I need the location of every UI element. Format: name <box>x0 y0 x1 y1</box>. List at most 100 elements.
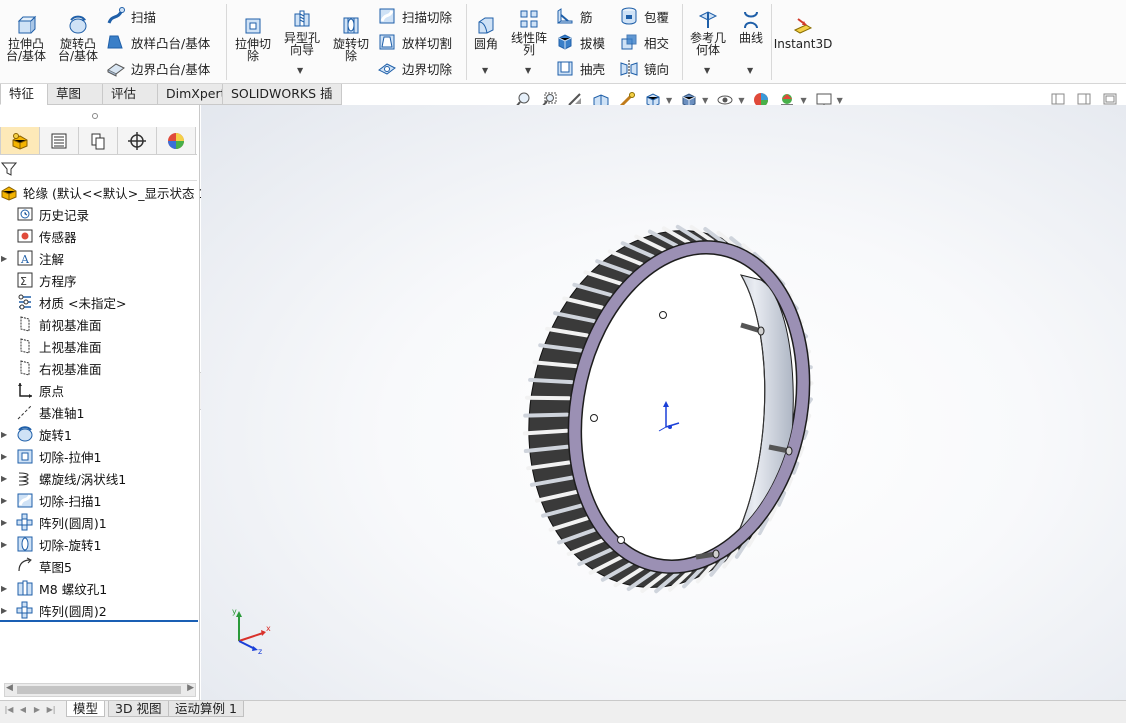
tree-item[interactable]: 传感器 <box>0 225 200 247</box>
extrude-boss-button[interactable]: 拉伸凸 台/基体 <box>3 14 49 62</box>
graphics-area[interactable]: y x z <box>201 105 1126 701</box>
tree-item[interactable]: 原点 <box>0 379 200 401</box>
tree-item[interactable]: 历史记录 <box>0 203 200 225</box>
tree-item[interactable]: 草图5 <box>0 555 200 577</box>
intersect-button[interactable]: 相交 <box>619 31 669 53</box>
expand-arrow-icon[interactable]: ▶ <box>1 584 7 593</box>
linear-pattern-button[interactable]: 线性阵 列 <box>507 8 551 56</box>
tab-solidworks-addins[interactable]: SOLIDWORKS 插件 <box>222 84 342 121</box>
reference-geometry-dropdown[interactable]: ▼ <box>704 66 710 75</box>
reference-geometry-button[interactable]: 参考几 何体 <box>686 8 730 56</box>
shell-button[interactable]: 抽壳 <box>555 57 605 79</box>
curves-dropdown[interactable]: ▼ <box>747 66 753 75</box>
tree-item[interactable]: 右视基准面 <box>0 357 200 379</box>
tree-item[interactable]: Σ 方程序 <box>0 269 200 291</box>
tree-item[interactable]: ▶ 切除-旋转1 <box>0 533 200 555</box>
expand-arrow-icon[interactable]: ▶ <box>1 254 7 263</box>
triad-y-label: y <box>232 607 237 616</box>
fillet-button[interactable]: 圆角 <box>470 14 502 50</box>
ribbon-separator <box>466 4 467 80</box>
swept-cut-button[interactable]: 扫描切除 <box>377 5 452 27</box>
tree-root-part[interactable]: 轮缘 (默认<<默认>_显示状态 1> <box>0 181 217 203</box>
wheel-rim-model[interactable] <box>497 205 840 614</box>
scroll-right-icon[interactable]: ▶ <box>187 683 194 693</box>
mirror-button[interactable]: 镜向 <box>619 57 669 79</box>
tree-item-label: 上视基准面 <box>39 339 102 355</box>
curves-button[interactable]: 曲线 <box>735 8 767 44</box>
tree-item[interactable]: ▶ M8 螺纹孔1 <box>0 577 200 599</box>
linear-pattern-dropdown[interactable]: ▼ <box>525 66 531 75</box>
filter-icon[interactable] <box>1 161 17 177</box>
tree-item[interactable]: 材质 <未指定> <box>0 291 200 313</box>
display-manager-tab[interactable] <box>156 127 196 155</box>
next-tab-icon[interactable]: ▶ <box>30 703 44 715</box>
rib-button[interactable]: 筋 <box>555 5 593 27</box>
tree-item[interactable]: ▶ 阵列(圆周)2 <box>0 599 200 621</box>
tab-model[interactable]: 模型 <box>66 701 106 717</box>
scroll-thumb[interactable] <box>17 686 181 694</box>
lofted-cut-button[interactable]: 放样切割 <box>377 31 452 53</box>
extrude-cut-button[interactable]: 拉伸切 除 <box>231 14 275 62</box>
property-manager-tab[interactable] <box>39 127 79 155</box>
tree-item[interactable]: ▶ A 注解 <box>0 247 200 269</box>
sweep-button[interactable]: 扫描 <box>106 5 156 27</box>
triad-z-label: z <box>258 647 262 655</box>
expand-arrow-icon[interactable]: ▶ <box>1 430 7 439</box>
apply-scene-dropdown[interactable]: ▼ <box>800 96 806 105</box>
tab-evaluate[interactable]: 评估 <box>102 84 158 105</box>
view-orientation-dropdown[interactable]: ▼ <box>666 96 672 105</box>
expand-arrow-icon[interactable]: ▶ <box>1 540 7 549</box>
dimxpert-manager-tab[interactable] <box>117 127 157 155</box>
tree-item[interactable]: ▶ 旋转1 <box>0 423 200 445</box>
hole-wizard-button[interactable]: 异型孔 向导 <box>279 8 325 56</box>
prev-tab-icon[interactable]: ◀ <box>16 703 30 715</box>
tree-item[interactable]: 前视基准面 <box>0 313 200 335</box>
configuration-manager-tab[interactable] <box>78 127 118 155</box>
expand-arrow-icon[interactable]: ▶ <box>1 496 7 505</box>
expand-arrow-icon[interactable]: ▶ <box>1 452 7 461</box>
tree-filter-row <box>0 157 197 181</box>
revolve-cut-button[interactable]: 旋转切 除 <box>329 14 373 62</box>
tab-scroll-arrows: |◀ ◀ ▶ ▶| <box>2 703 58 715</box>
wrap-button[interactable]: 包覆 <box>619 5 669 27</box>
hole-feature-icon <box>17 580 33 596</box>
hole-wizard-dropdown[interactable]: ▼ <box>297 66 303 75</box>
tab-3d-view[interactable]: 3D 视图 <box>108 701 169 717</box>
tab-sketch[interactable]: 草图 <box>47 84 103 105</box>
tree-item[interactable]: 基准轴1 <box>0 401 200 423</box>
draft-button[interactable]: 拔模 <box>555 31 605 53</box>
rollback-bar[interactable] <box>0 620 198 622</box>
hide-show-dropdown[interactable]: ▼ <box>738 96 744 105</box>
view-settings-dropdown[interactable]: ▼ <box>837 96 843 105</box>
display-style-dropdown[interactable]: ▼ <box>702 96 708 105</box>
panel-collapse-grip-icon[interactable] <box>91 112 99 120</box>
tree-item[interactable]: ▶ 阵列(圆周)1 <box>0 511 200 533</box>
boundary-cut-button[interactable]: 边界切除 <box>377 57 452 79</box>
boundary-boss-button[interactable]: 边界凸台/基体 <box>106 57 210 79</box>
tree-item[interactable]: ▶ 切除-扫描1 <box>0 489 200 511</box>
intersect-label: 相交 <box>644 35 670 51</box>
tab-motion-study[interactable]: 运动算例 1 <box>168 701 244 717</box>
feature-manager-tab[interactable] <box>0 127 40 155</box>
tree-item[interactable]: 上视基准面 <box>0 335 200 357</box>
tab-dimxpert[interactable]: DimXpert <box>157 84 226 105</box>
expand-arrow-icon[interactable]: ▶ <box>1 606 7 615</box>
swept-cut-label: 扫描切除 <box>402 9 453 25</box>
scroll-left-icon[interactable]: ◀ <box>6 683 13 693</box>
tree-item-label: 阵列(圆周)1 <box>39 515 107 531</box>
model-tabs-bar: |◀ ◀ ▶ ▶| 模型 3D 视图 运动算例 1 <box>0 700 1126 723</box>
expand-arrow-icon[interactable]: ▶ <box>1 474 7 483</box>
tab-features[interactable]: 特征 <box>0 84 48 105</box>
revolve-boss-button[interactable]: 旋转凸 台/基体 <box>55 14 101 62</box>
instant3d-button[interactable]: Instant3D <box>774 14 832 50</box>
loft-button[interactable]: 放样凸台/基体 <box>106 31 210 53</box>
tree-item[interactable]: ▶ 切除-拉伸1 <box>0 445 200 467</box>
expand-arrow-icon[interactable]: ▶ <box>1 518 7 527</box>
tree-horizontal-scrollbar[interactable]: ◀ ▶ <box>4 683 196 697</box>
tree-item[interactable]: ▶ 螺旋线/涡状线1 <box>0 467 200 489</box>
fillet-dropdown[interactable]: ▼ <box>482 66 488 75</box>
last-tab-icon[interactable]: ▶| <box>44 703 58 715</box>
linear-pattern-icon <box>520 10 538 28</box>
revolve-cut-icon <box>343 17 359 34</box>
first-tab-icon[interactable]: |◀ <box>2 703 16 715</box>
